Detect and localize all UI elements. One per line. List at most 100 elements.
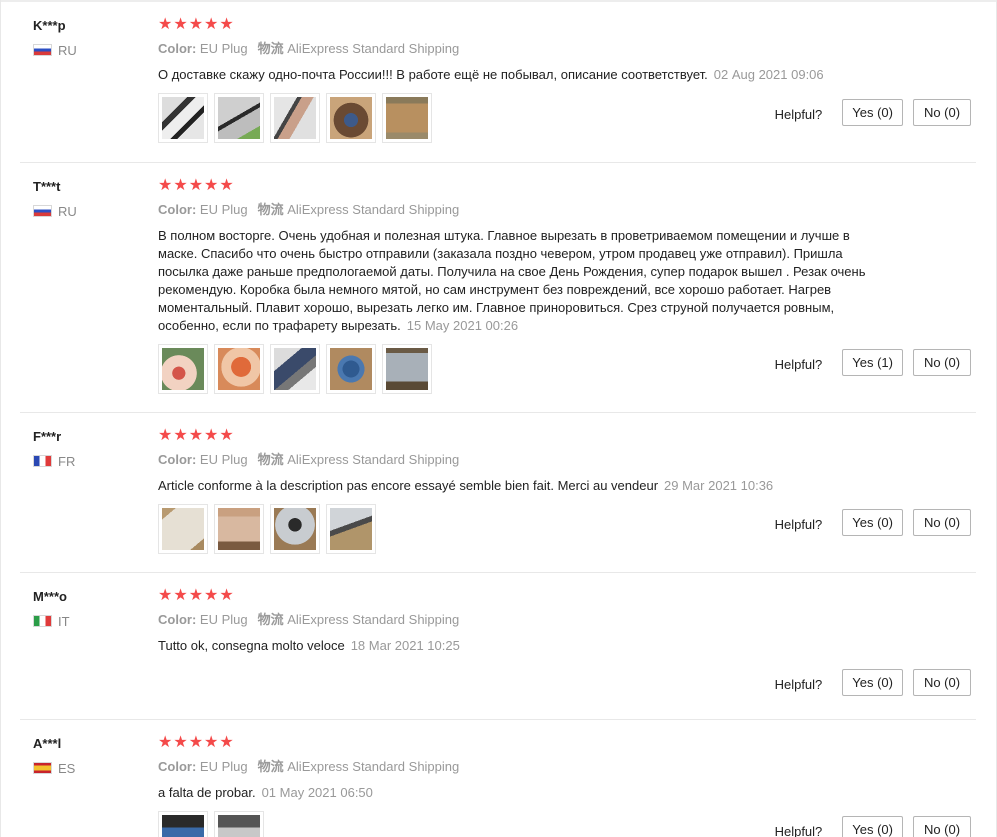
review-content: О доставке скажу одно-почта России!!! В …: [158, 67, 708, 82]
review-item: K***p RU ★★★★★ Color: EU Plug 物流 AliExpre…: [20, 2, 976, 163]
review-photo[interactable]: [382, 344, 432, 394]
review-photo[interactable]: [214, 811, 264, 837]
review-photo[interactable]: [158, 344, 208, 394]
review-photo[interactable]: [326, 344, 376, 394]
review-text: В полном восторге. Очень удобная и полез…: [158, 227, 878, 335]
reviewer-country: FR: [33, 453, 143, 469]
star-rating: ★★★★★: [158, 587, 235, 604]
review-body: ★★★★★ Color: EU Plug 物流 AliExpress Standa…: [158, 587, 878, 655]
reviewer-country: ES: [33, 760, 143, 776]
helpful-controls: Helpful? Yes (0) No (0): [775, 509, 971, 536]
shipping-value: AliExpress Standard Shipping: [287, 41, 460, 56]
spain-flag-icon: [33, 762, 52, 774]
review-photo[interactable]: [158, 811, 208, 837]
review-photo[interactable]: [158, 93, 208, 143]
photo-list: [158, 504, 878, 554]
color-value: EU Plug: [199, 612, 248, 627]
review-photo[interactable]: [326, 504, 376, 554]
review-meta: Color: EU Plug 物流 AliExpress Standard Shi…: [158, 202, 878, 218]
star-rating: ★★★★★: [158, 734, 235, 751]
review-photo[interactable]: [270, 504, 320, 554]
review-meta: Color: EU Plug 物流 AliExpress Standard Shi…: [158, 612, 878, 628]
review-body: ★★★★★ Color: EU Plug 物流 AliExpress Standa…: [158, 16, 878, 143]
reviewer-name: M***o: [33, 589, 67, 604]
review-photo[interactable]: [270, 93, 320, 143]
color-label: Color:: [158, 202, 197, 217]
reviewer-info: A***l ES: [33, 736, 143, 776]
review-body: ★★★★★ Color: EU Plug 物流 AliExpress Standa…: [158, 177, 878, 394]
russia-flag-icon: [33, 44, 52, 56]
star-rating: ★★★★★: [158, 427, 235, 444]
review-photo[interactable]: [214, 344, 264, 394]
color-label: Color:: [158, 41, 197, 56]
review-photo[interactable]: [270, 344, 320, 394]
logistics-label: 物流: [257, 202, 284, 217]
review-date: 01 May 2021 06:50: [261, 785, 373, 800]
review-photo[interactable]: [214, 504, 264, 554]
country-code: IT: [58, 613, 70, 629]
review-item: A***l ES ★★★★★ Color: EU Plug 物流 AliExpre…: [20, 720, 976, 837]
reviewer-name: A***l: [33, 736, 62, 751]
helpful-yes-button[interactable]: Yes (0): [842, 99, 903, 126]
helpful-controls: Helpful? Yes (0) No (0): [775, 816, 971, 837]
helpful-yes-button[interactable]: Yes (0): [842, 669, 903, 696]
reviewer-info: M***o IT: [33, 589, 143, 629]
country-code: ES: [58, 760, 76, 776]
country-code: FR: [58, 453, 76, 469]
review-photo[interactable]: [326, 93, 376, 143]
helpful-yes-button[interactable]: Yes (1): [842, 349, 903, 376]
left-border: [0, 0, 1, 837]
country-code: RU: [58, 42, 77, 58]
helpful-no-button[interactable]: No (0): [913, 349, 971, 376]
helpful-label: Helpful?: [774, 677, 823, 692]
color-label: Color:: [158, 759, 197, 774]
review-meta: Color: EU Plug 物流 AliExpress Standard Shi…: [158, 41, 878, 57]
helpful-no-button[interactable]: No (0): [913, 99, 971, 126]
reviewer-name: F***r: [33, 429, 62, 444]
logistics-label: 物流: [257, 41, 284, 56]
helpful-yes-button[interactable]: Yes (0): [842, 509, 903, 536]
shipping-value: AliExpress Standard Shipping: [287, 452, 460, 467]
photo-list: [158, 93, 878, 143]
review-body: ★★★★★ Color: EU Plug 物流 AliExpress Standa…: [158, 427, 878, 554]
review-item: M***o IT ★★★★★ Color: EU Plug 物流 AliExpre…: [20, 573, 976, 720]
france-flag-icon: [33, 455, 52, 467]
helpful-no-button[interactable]: No (0): [913, 816, 971, 837]
italy-flag-icon: [33, 615, 52, 627]
review-date: 15 May 2021 00:26: [406, 318, 519, 333]
review-photo[interactable]: [214, 93, 264, 143]
helpful-label: Helpful?: [774, 357, 823, 372]
logistics-label: 物流: [257, 759, 284, 774]
review-text: a falta de probar. 01 May 2021 06:50: [158, 784, 878, 802]
review-date: 02 Aug 2021 09:06: [713, 67, 824, 82]
review-meta: Color: EU Plug 物流 AliExpress Standard Shi…: [158, 759, 878, 775]
helpful-controls: Helpful? Yes (0) No (0): [775, 99, 971, 126]
color-value: EU Plug: [199, 41, 248, 56]
shipping-value: AliExpress Standard Shipping: [287, 759, 460, 774]
star-rating: ★★★★★: [158, 16, 235, 33]
helpful-label: Helpful?: [774, 107, 823, 122]
review-meta: Color: EU Plug 物流 AliExpress Standard Shi…: [158, 452, 878, 468]
review-content: a falta de probar.: [158, 785, 256, 800]
helpful-no-button[interactable]: No (0): [913, 669, 971, 696]
review-photo[interactable]: [158, 504, 208, 554]
reviewer-country: RU: [33, 203, 143, 219]
shipping-value: AliExpress Standard Shipping: [287, 612, 460, 627]
color-label: Color:: [158, 612, 197, 627]
review-photo[interactable]: [382, 93, 432, 143]
helpful-label: Helpful?: [774, 824, 823, 837]
reviewer-country: RU: [33, 42, 143, 58]
helpful-yes-button[interactable]: Yes (0): [842, 816, 903, 837]
photo-list: [158, 811, 878, 837]
photo-list: [158, 344, 878, 394]
helpful-controls: Helpful? Yes (0) No (0): [775, 669, 971, 696]
color-value: EU Plug: [199, 759, 248, 774]
helpful-no-button[interactable]: No (0): [913, 509, 971, 536]
review-text: О доставке скажу одно-почта России!!! В …: [158, 66, 878, 84]
color-value: EU Plug: [199, 202, 248, 217]
reviewer-info: T***t RU: [33, 179, 143, 219]
reviewer-info: K***p RU: [33, 18, 143, 58]
reviewer-country: IT: [33, 613, 143, 629]
review-date: 18 Mar 2021 10:25: [350, 638, 460, 653]
shipping-value: AliExpress Standard Shipping: [287, 202, 460, 217]
